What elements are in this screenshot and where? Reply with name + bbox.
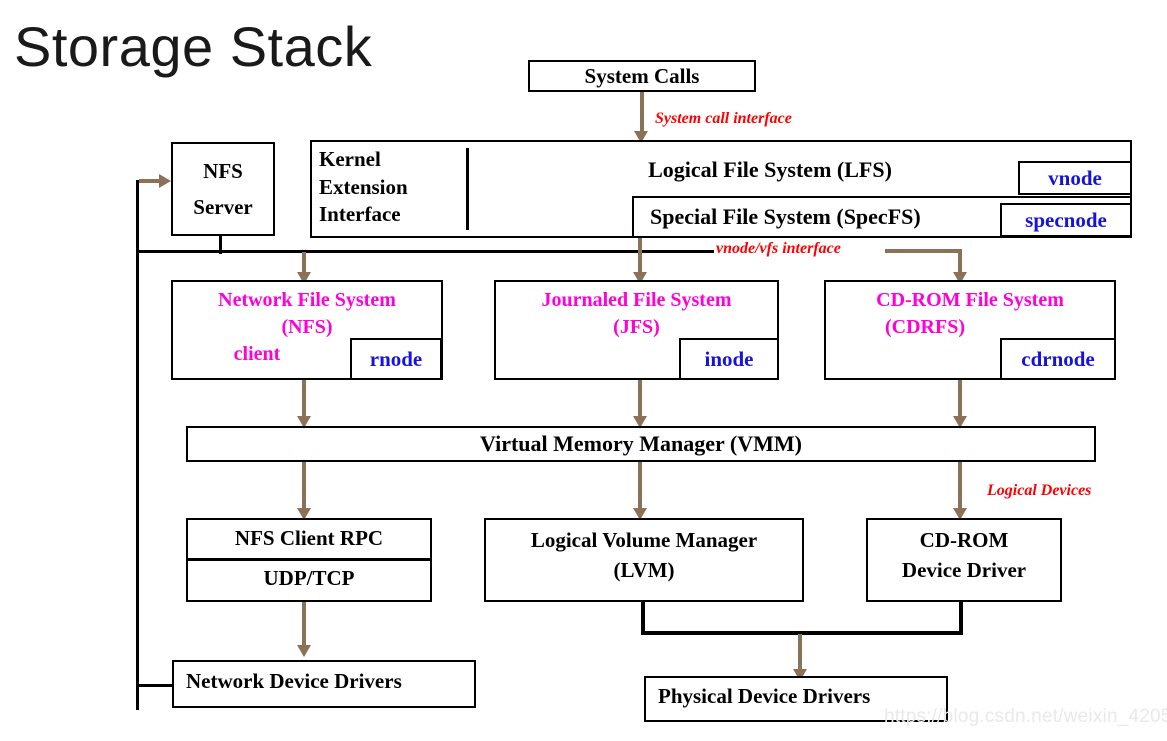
box-nfs-client-line1: Network File System bbox=[218, 289, 396, 311]
box-specfs-label: Special File System (SpecFS) bbox=[650, 204, 921, 229]
box-kernel-extension-interface-line2: Extension bbox=[319, 174, 408, 199]
box-vnode: vnode bbox=[1018, 161, 1132, 195]
box-nfs-client-line3: client bbox=[233, 342, 281, 365]
connector-left-rail-to-netdrivers bbox=[136, 684, 176, 687]
box-physical-device-drivers-label: Physical Device Drivers bbox=[658, 684, 871, 708]
arrow-syscalls-to-lfs-shaft bbox=[640, 92, 644, 134]
box-vmm: Virtual Memory Manager (VMM) bbox=[186, 426, 1096, 462]
box-jfs-line2: (JFS) bbox=[613, 315, 660, 338]
box-kernel-extension-interface-line1: Kernel bbox=[319, 147, 381, 171]
arrow-udptcp-to-netdrivers-shaft bbox=[302, 602, 306, 648]
box-rnode-label: rnode bbox=[369, 346, 423, 371]
arrow-vmm-to-cdrom-driver-shaft bbox=[958, 462, 962, 512]
box-nfs-client-rpc-label: NFS Client RPC bbox=[234, 526, 384, 550]
arrow-merge-to-physical-drivers-shaft bbox=[798, 634, 802, 672]
arrow-netdrivers-to-nfs-server-shaft bbox=[139, 179, 161, 183]
box-nfs-client-line2: (NFS) bbox=[281, 315, 333, 338]
box-inode-label: inode bbox=[704, 346, 754, 371]
annotation-system-call-interface: System call interface bbox=[655, 110, 792, 127]
connector-left-rail-vertical bbox=[136, 180, 139, 710]
connector-merge-to-physical-drivers bbox=[641, 631, 963, 635]
box-cdrfs-line2: (CDRFS) bbox=[885, 315, 965, 338]
box-lfs-label: Logical File System (LFS) bbox=[648, 157, 892, 182]
box-cdrnode-label: cdrnode bbox=[1021, 346, 1095, 371]
arrow-jfs-to-vmm-shaft bbox=[638, 380, 642, 420]
connector-nfs-server-to-vfs-bus bbox=[136, 250, 714, 253]
connector-cdrom-driver-down bbox=[959, 602, 963, 634]
box-nfs-server-line2: Server bbox=[193, 195, 253, 219]
box-lvm-line1: Logical Volume Manager bbox=[530, 528, 758, 552]
box-system-calls: System Calls bbox=[528, 60, 756, 92]
box-network-device-drivers: Network Device Drivers bbox=[172, 660, 476, 708]
box-system-calls-label: System Calls bbox=[584, 63, 700, 88]
box-udp-tcp-label: UDP/TCP bbox=[263, 566, 355, 591]
arrow-cdrfs-to-vmm-shaft bbox=[958, 380, 962, 420]
box-vnode-label: vnode bbox=[1048, 165, 1102, 190]
box-vmm-label: Virtual Memory Manager (VMM) bbox=[480, 431, 802, 457]
arrow-udptcp-to-netdrivers-head bbox=[297, 645, 311, 657]
box-cdrfs-line1: CD-ROM File System bbox=[876, 289, 1064, 311]
box-cdrom-device-driver: CD-ROM Device Driver bbox=[866, 518, 1062, 602]
kernel-band-divider bbox=[466, 148, 469, 230]
box-nfs-server: NFS Server bbox=[171, 142, 275, 236]
arrow-netdrivers-to-nfs-server-head bbox=[159, 174, 171, 188]
box-specnode: specnode bbox=[1000, 203, 1132, 237]
watermark: https://blog.csdn.net/weixin_42051187 bbox=[884, 706, 1167, 727]
box-cdrom-device-driver-line2: Device Driver bbox=[901, 558, 1027, 583]
box-kernel-extension-interface-line3: Interface bbox=[319, 202, 401, 227]
arrow-vmm-to-nfs-rpc-shaft bbox=[302, 462, 306, 512]
arrow-vmm-to-lvm-shaft bbox=[638, 462, 642, 512]
box-lvm: Logical Volume Manager (LVM) bbox=[484, 518, 804, 602]
page-title: Storage Stack bbox=[14, 15, 373, 78]
connector-vfs-to-cdrfs-horizontal bbox=[885, 249, 962, 253]
box-inode: inode bbox=[679, 338, 779, 380]
box-network-device-drivers-label: Network Device Drivers bbox=[186, 669, 402, 693]
connector-lvm-down bbox=[641, 602, 645, 634]
box-rnode: rnode bbox=[350, 338, 442, 380]
box-cdrnode: cdrnode bbox=[1000, 338, 1116, 380]
box-jfs-line1: Journaled File System bbox=[541, 289, 732, 311]
box-kernel-extension-interface: Kernel Extension Interface bbox=[319, 146, 459, 229]
diagram-canvas: Storage Stack System Calls System call i… bbox=[0, 0, 1167, 741]
annotation-vnode-vfs-interface: vnode/vfs interface bbox=[716, 240, 841, 257]
arrow-nfs-client-to-vmm-shaft bbox=[302, 380, 306, 420]
annotation-logical-devices: Logical Devices bbox=[987, 482, 1092, 499]
box-lvm-line2: (LVM) bbox=[613, 558, 675, 583]
box-specnode-label: specnode bbox=[1025, 207, 1107, 232]
box-cdrom-device-driver-line1: CD-ROM bbox=[919, 528, 1009, 552]
box-nfs-server-line1: NFS bbox=[203, 158, 243, 183]
nfs-rpc-udptcp-divider bbox=[188, 558, 430, 561]
